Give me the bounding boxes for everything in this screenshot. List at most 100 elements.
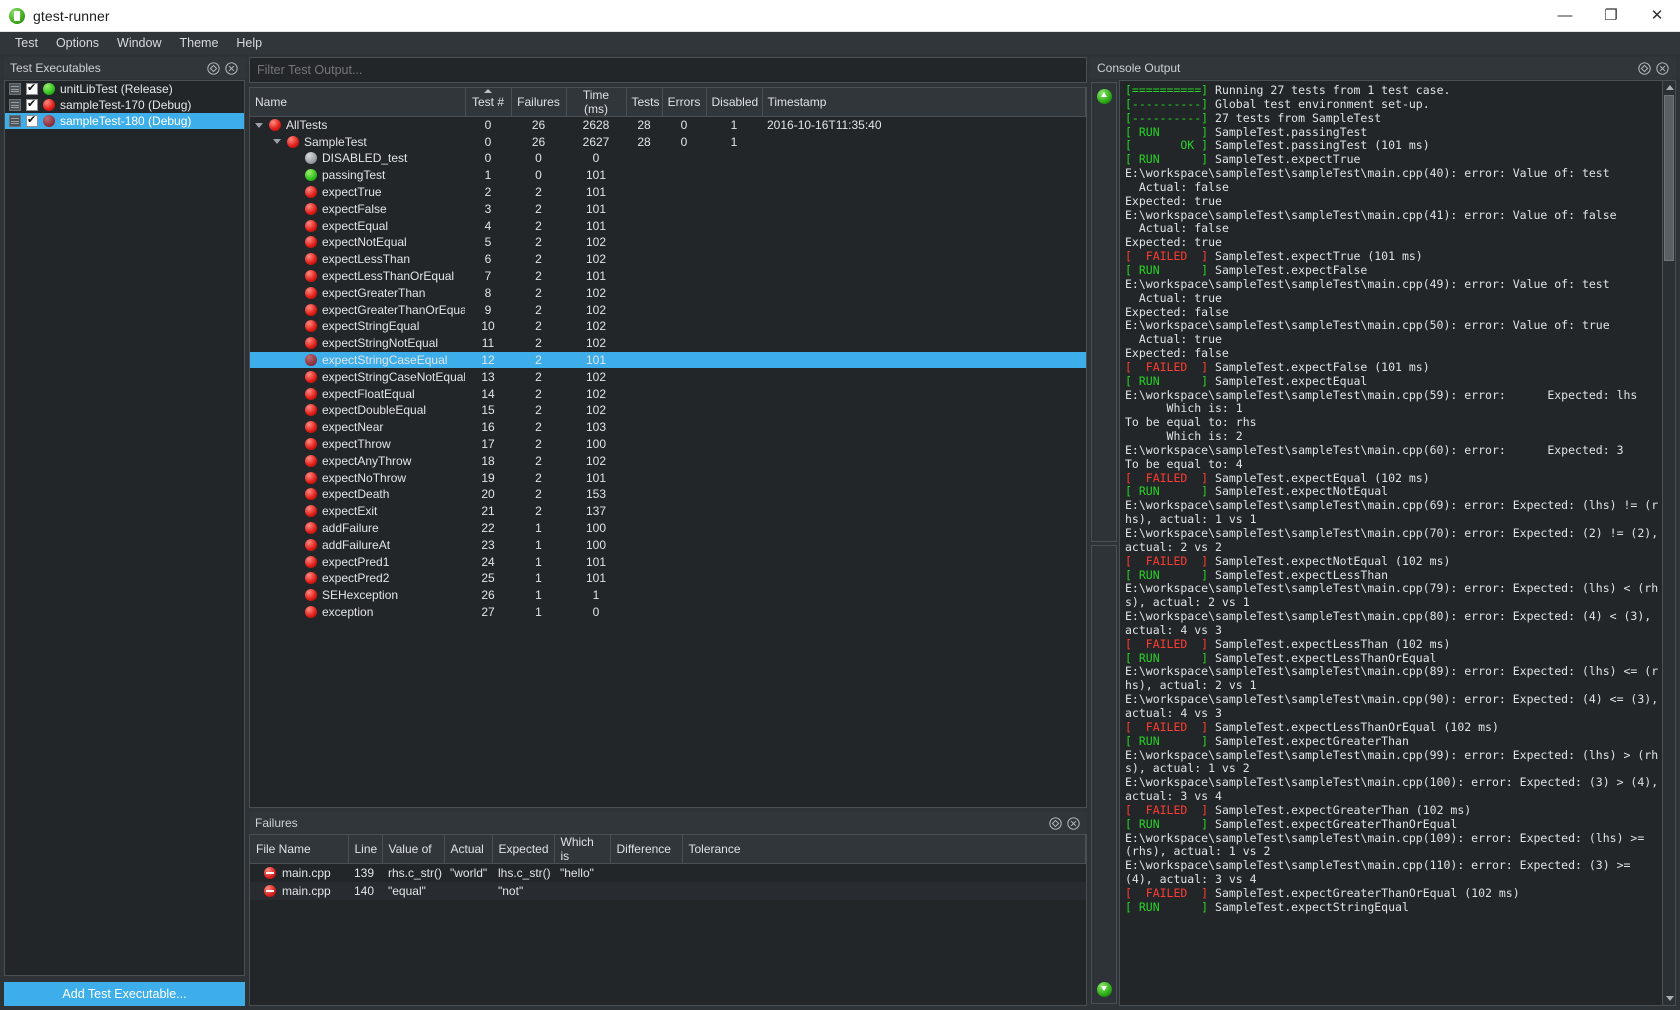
test-tree-row[interactable]: expectDeath 20 2 153 bbox=[250, 486, 1086, 503]
test-number-cell: 0 bbox=[484, 151, 492, 166]
tests-count-cell bbox=[626, 318, 662, 335]
test-executable-row[interactable]: sampleTest-180 (Debug) bbox=[5, 113, 244, 129]
test-tree-row[interactable]: expectNoThrow 19 2 101 bbox=[250, 469, 1086, 486]
chevron-down-icon[interactable] bbox=[255, 121, 264, 130]
col-difference[interactable]: Difference bbox=[610, 835, 683, 864]
failures-count-cell: 2 bbox=[535, 504, 542, 519]
col-value-of[interactable]: Value of bbox=[382, 835, 445, 864]
add-test-executable-button[interactable]: Add Test Executable... bbox=[4, 982, 245, 1006]
test-tree-row[interactable]: expectExit 21 2 137 bbox=[250, 503, 1086, 520]
test-executable-row[interactable]: unitLibTest (Release) bbox=[5, 81, 244, 97]
test-tree-row[interactable]: expectStringEqual 10 2 102 bbox=[250, 318, 1086, 335]
col-actual[interactable]: Actual bbox=[444, 835, 493, 864]
col-expected[interactable]: Expected bbox=[492, 835, 555, 864]
test-tree-row[interactable]: expectFalse 3 2 101 bbox=[250, 200, 1086, 217]
col-errors[interactable]: Errors bbox=[662, 88, 707, 117]
col-test-number[interactable]: Test # bbox=[465, 88, 512, 117]
test-tree-row[interactable]: addFailure 22 1 100 bbox=[250, 520, 1086, 537]
test-number-cell: 25 bbox=[481, 571, 495, 586]
test-number-cell: 21 bbox=[481, 504, 495, 519]
test-tree-row[interactable]: expectPred2 25 1 101 bbox=[250, 570, 1086, 587]
close-button[interactable]: ✕ bbox=[1634, 0, 1680, 32]
timestamp-cell bbox=[762, 536, 1086, 553]
test-tree-row[interactable]: passingTest 1 0 101 bbox=[250, 167, 1086, 184]
test-tree-row[interactable]: expectLessThanOrEqual 7 2 101 bbox=[250, 268, 1086, 285]
test-tree-row[interactable]: addFailureAt 23 1 100 bbox=[250, 536, 1086, 553]
test-tree-row[interactable]: exception 27 1 0 bbox=[250, 604, 1086, 621]
col-timestamp[interactable]: Timestamp bbox=[762, 88, 1086, 117]
test-tree-row[interactable]: expectStringCaseNotEqual 13 2 102 bbox=[250, 368, 1086, 385]
disabled-count-cell bbox=[706, 284, 762, 301]
test-number-cell: 4 bbox=[484, 218, 492, 233]
enable-checkbox[interactable] bbox=[26, 97, 38, 111]
tests-count-cell bbox=[626, 301, 662, 318]
drag-handle-icon[interactable] bbox=[9, 115, 21, 127]
menu-help[interactable]: Help bbox=[227, 33, 271, 53]
test-tree-row[interactable]: expectThrow 17 2 100 bbox=[250, 436, 1086, 453]
failures-count-cell: 2 bbox=[535, 453, 542, 468]
test-tree-row[interactable]: SampleTest 0 26 2627 28 0 1 bbox=[250, 133, 1086, 150]
test-tree-row[interactable]: expectEqual 4 2 101 bbox=[250, 217, 1086, 234]
failure-line-cell: 139 bbox=[354, 865, 375, 880]
col-which-is[interactable]: Which is bbox=[554, 835, 611, 864]
test-name-label: SEHexception bbox=[322, 588, 399, 603]
enable-checkbox[interactable] bbox=[26, 113, 38, 127]
test-executable-row[interactable]: sampleTest-170 (Debug) bbox=[5, 97, 244, 113]
arrow-down-icon[interactable] bbox=[1096, 982, 1112, 997]
menu-theme[interactable]: Theme bbox=[171, 33, 228, 53]
close-icon[interactable] bbox=[225, 61, 238, 75]
drag-handle-icon[interactable] bbox=[9, 99, 21, 111]
test-tree-row[interactable]: DISABLED_test 0 0 0 bbox=[250, 150, 1086, 167]
errors-count-cell bbox=[662, 150, 706, 167]
menu-test[interactable]: Test bbox=[6, 33, 47, 53]
col-tolerance[interactable]: Tolerance bbox=[682, 835, 1086, 864]
test-tree-row[interactable]: expectStringCaseEqual 12 2 101 bbox=[250, 351, 1086, 369]
col-file-name[interactable]: File Name bbox=[250, 835, 349, 864]
arrow-up-icon[interactable] bbox=[1096, 89, 1112, 104]
console-scrollbar[interactable] bbox=[1662, 81, 1675, 1005]
test-tree-row[interactable]: expectAnyThrow 18 2 102 bbox=[250, 452, 1086, 469]
console-text-wrap: [==========] Running 27 tests from 1 tes… bbox=[1119, 80, 1676, 1006]
failures-count-cell: 1 bbox=[535, 537, 542, 552]
enable-checkbox[interactable] bbox=[26, 81, 38, 95]
chevron-down-icon[interactable] bbox=[273, 137, 282, 146]
test-tree-row[interactable]: expectPred1 24 1 101 bbox=[250, 553, 1086, 570]
scroll-up-icon[interactable] bbox=[1663, 81, 1675, 94]
close-icon[interactable] bbox=[1067, 816, 1080, 830]
console-output-text[interactable]: [==========] Running 27 tests from 1 tes… bbox=[1120, 81, 1662, 1005]
test-tree-row[interactable]: expectGreaterThan 8 2 102 bbox=[250, 284, 1086, 301]
test-tree-row[interactable]: expectNotEqual 5 2 102 bbox=[250, 234, 1086, 251]
col-disabled[interactable]: Disabled bbox=[706, 88, 763, 117]
menu-window[interactable]: Window bbox=[108, 33, 170, 53]
menu-options[interactable]: Options bbox=[47, 33, 108, 53]
failure-row[interactable]: main.cpp 139 rhs.c_str() "world" lhs.c_str()… bbox=[250, 864, 1086, 882]
float-icon[interactable] bbox=[207, 61, 220, 75]
drag-handle-icon[interactable] bbox=[9, 83, 21, 95]
test-tree-row[interactable]: expectNear 16 2 103 bbox=[250, 419, 1086, 436]
minimize-button[interactable]: — bbox=[1542, 0, 1588, 32]
test-tree-row[interactable]: SEHexception 26 1 1 bbox=[250, 587, 1086, 604]
test-name-label: expectDoubleEqual bbox=[322, 403, 427, 418]
col-failures[interactable]: Failures bbox=[511, 88, 567, 117]
filter-test-output-input[interactable] bbox=[249, 57, 1087, 83]
scrollbar-thumb[interactable] bbox=[1664, 95, 1674, 261]
scroll-down-icon[interactable] bbox=[1663, 992, 1675, 1005]
float-icon[interactable] bbox=[1049, 816, 1062, 830]
close-icon[interactable] bbox=[1656, 61, 1669, 75]
col-time-ms[interactable]: Time (ms) bbox=[566, 88, 627, 117]
failure-row[interactable]: main.cpp 140 "equal" "not" bbox=[250, 881, 1086, 900]
col-tests[interactable]: Tests bbox=[626, 88, 663, 117]
test-tree-row[interactable]: expectLessThan 6 2 102 bbox=[250, 251, 1086, 268]
test-tree-row[interactable]: expectDoubleEqual 15 2 102 bbox=[250, 402, 1086, 419]
failures-table-wrap[interactable]: File Name Line Value of Actual Expected … bbox=[249, 834, 1087, 1006]
col-name[interactable]: Name bbox=[250, 88, 466, 117]
test-tree-row[interactable]: expectGreaterThanOrEqual 9 2 102 bbox=[250, 301, 1086, 318]
float-icon[interactable] bbox=[1638, 61, 1651, 75]
test-executables-list[interactable]: unitLibTest (Release) sampleTest-170 (Deb… bbox=[4, 80, 245, 976]
test-tree-row[interactable]: AllTests 0 26 2628 28 0 1 2016-10-16T11:35:40 bbox=[250, 117, 1086, 134]
test-tree-row[interactable]: expectFloatEqual 14 2 102 bbox=[250, 385, 1086, 402]
test-tree-row[interactable]: expectStringNotEqual 11 2 102 bbox=[250, 335, 1086, 352]
col-line[interactable]: Line bbox=[348, 835, 383, 864]
test-tree-row[interactable]: expectTrue 2 2 101 bbox=[250, 184, 1086, 201]
maximize-button[interactable]: ❐ bbox=[1588, 0, 1634, 32]
